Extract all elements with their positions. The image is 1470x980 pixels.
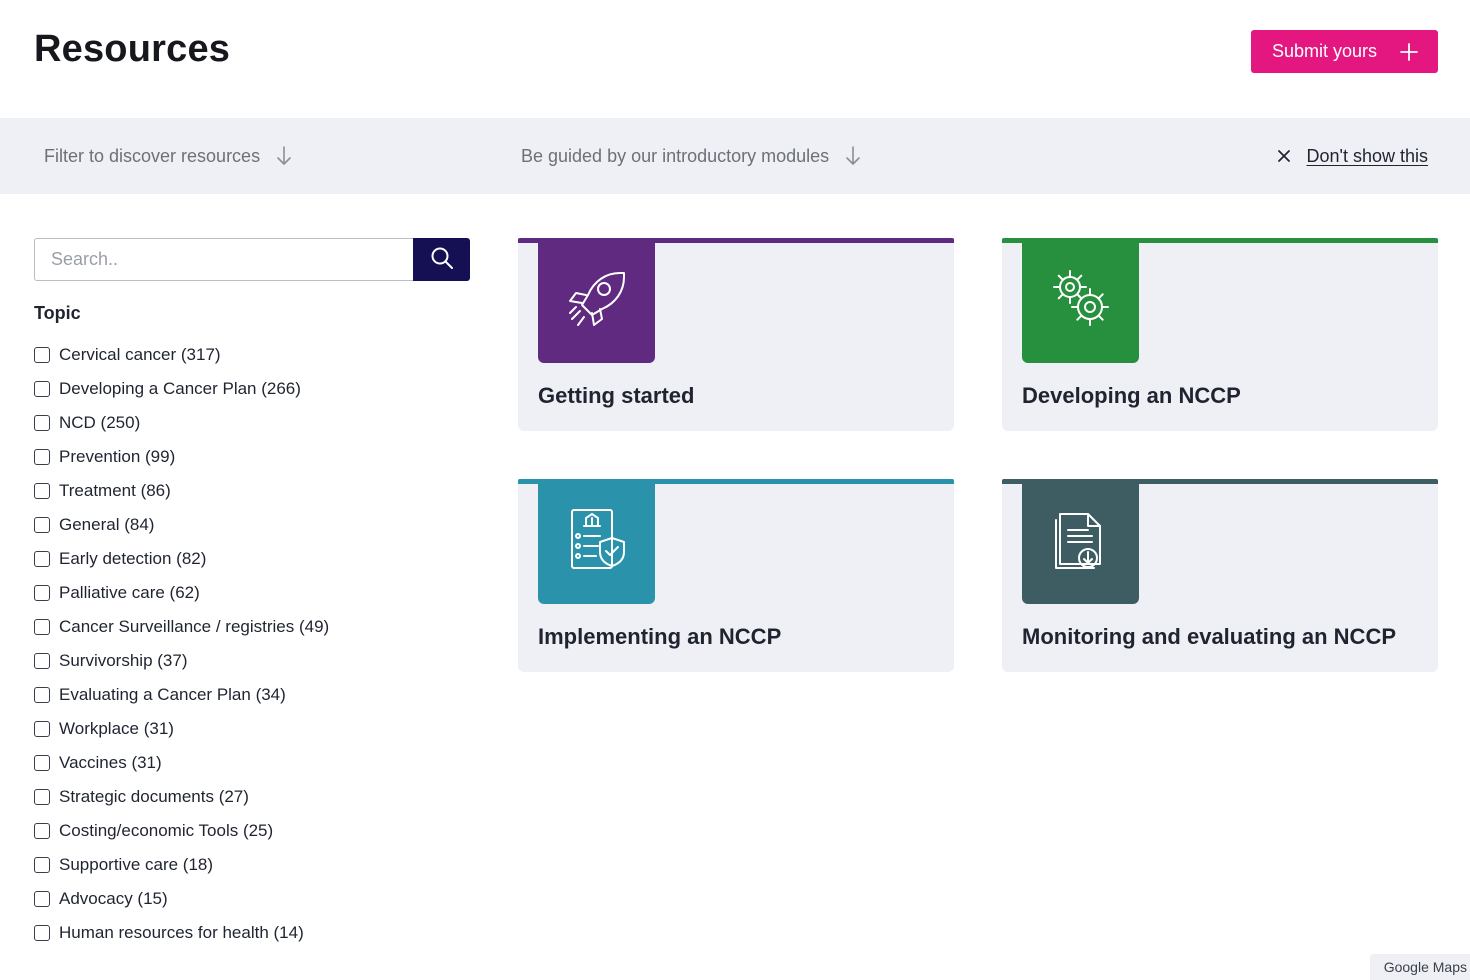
topic-checkbox[interactable] xyxy=(34,653,50,669)
topic-label: Survivorship (37) xyxy=(59,651,188,670)
introductory-modules-link[interactable]: Be guided by our introductory modules xyxy=(521,118,861,194)
topic-filter-item[interactable]: Survivorship (37) xyxy=(34,644,329,678)
topic-filter-item[interactable]: Human resources for health (14) xyxy=(34,916,329,950)
module-card-implementing-nccp[interactable]: Implementing an NCCP xyxy=(518,479,954,672)
topic-filter-item[interactable]: Workplace (31) xyxy=(34,712,329,746)
introductory-modules-label: Be guided by our introductory modules xyxy=(521,145,830,166)
topic-checkbox[interactable] xyxy=(34,381,50,397)
topic-checkbox[interactable] xyxy=(34,585,50,601)
topic-checkbox[interactable] xyxy=(34,857,50,873)
module-title: Developing an NCCP xyxy=(1022,383,1241,408)
topic-checkbox[interactable] xyxy=(34,789,50,805)
topic-filter-item[interactable]: Developing a Cancer Plan (266) xyxy=(34,372,329,406)
topic-label: Evaluating a Cancer Plan (34) xyxy=(59,685,286,704)
topic-checkbox[interactable] xyxy=(34,823,50,839)
topic-label: General (84) xyxy=(59,515,155,534)
topic-label: Early detection (82) xyxy=(59,549,207,568)
topic-checkbox[interactable] xyxy=(34,687,50,703)
topic-checkbox[interactable] xyxy=(34,925,50,941)
module-title: Implementing an NCCP xyxy=(538,624,782,649)
page-title: Resources xyxy=(34,28,231,70)
module-title: Getting started xyxy=(538,383,695,408)
topic-label: Developing a Cancer Plan (266) xyxy=(59,379,301,398)
topic-label: Costing/economic Tools (25) xyxy=(59,821,274,840)
module-card-monitoring-nccp[interactable]: Monitoring and evaluating an NCCP xyxy=(1002,479,1438,672)
topic-filter-item[interactable]: Supportive care (18) xyxy=(34,848,329,882)
search-button[interactable] xyxy=(413,238,470,281)
topic-checkbox[interactable] xyxy=(34,619,50,635)
topic-label: Strategic documents (27) xyxy=(59,787,249,806)
dont-show-this-label: Don't show this xyxy=(1306,145,1429,166)
topic-filter-item[interactable]: Cervical cancer (317) xyxy=(34,338,329,372)
arrow-down-icon xyxy=(845,146,861,166)
document-download-icon xyxy=(1046,504,1116,579)
search-form xyxy=(34,238,470,281)
topic-filter-item[interactable]: Treatment (86) xyxy=(34,474,329,508)
search-icon xyxy=(430,246,454,273)
topic-filter-item[interactable]: Advocacy (15) xyxy=(34,882,329,916)
gears-icon xyxy=(1046,263,1116,338)
topic-label: Workplace (31) xyxy=(59,719,174,738)
topic-checkbox[interactable] xyxy=(34,755,50,771)
topic-label: NCD (250) xyxy=(59,413,141,432)
search-input[interactable] xyxy=(34,238,413,281)
topic-checkbox[interactable] xyxy=(34,551,50,567)
topic-filter-item[interactable]: Strategic documents (27) xyxy=(34,780,329,814)
dont-show-this-link[interactable]: Don't show this xyxy=(1277,118,1429,194)
topic-filter-item[interactable]: Costing/economic Tools (25) xyxy=(34,814,329,848)
arrow-down-icon xyxy=(276,146,292,166)
card-icon-tile xyxy=(538,479,655,604)
rocket-icon xyxy=(562,263,632,338)
module-title: Monitoring and evaluating an NCCP xyxy=(1022,624,1397,649)
topic-label: Palliative care (62) xyxy=(59,583,200,602)
map-attribution: Google Maps xyxy=(1369,954,1470,980)
card-icon-tile xyxy=(1022,479,1139,604)
topic-heading: Topic xyxy=(34,303,81,323)
topic-filter-item[interactable]: Early detection (82) xyxy=(34,542,329,576)
plus-icon xyxy=(1400,42,1418,61)
module-card-developing-nccp[interactable]: Developing an NCCP xyxy=(1002,238,1438,431)
submit-yours-button[interactable]: Submit yours xyxy=(1251,30,1438,73)
card-icon-tile xyxy=(538,238,655,363)
topic-checkbox[interactable] xyxy=(34,517,50,533)
module-card-getting-started[interactable]: Getting started xyxy=(518,238,954,431)
checklist-shield-icon xyxy=(562,504,632,579)
topic-filter-item[interactable]: Palliative care (62) xyxy=(34,576,329,610)
topic-filter-item[interactable]: Vaccines (31) xyxy=(34,746,329,780)
filter-resources-link[interactable]: Filter to discover resources xyxy=(44,118,292,194)
topic-filter-item[interactable]: NCD (250) xyxy=(34,406,329,440)
topic-label: Supportive care (18) xyxy=(59,855,214,874)
topic-label: Vaccines (31) xyxy=(59,753,162,772)
topic-filter-item[interactable]: Cancer Surveillance / registries (49) xyxy=(34,610,329,644)
topic-label: Treatment (86) xyxy=(59,481,171,500)
close-icon xyxy=(1277,149,1291,163)
topic-filter-item[interactable]: General (84) xyxy=(34,508,329,542)
submit-yours-label: Submit yours xyxy=(1272,41,1378,61)
filter-resources-label: Filter to discover resources xyxy=(44,145,261,166)
topic-checkbox[interactable] xyxy=(34,415,50,431)
topic-checkbox[interactable] xyxy=(34,449,50,465)
topic-filter-list: Cervical cancer (317) Developing a Cance… xyxy=(34,338,329,950)
guide-bar: Filter to discover resources Be guided b… xyxy=(0,118,1470,194)
topic-filter-item[interactable]: Prevention (99) xyxy=(34,440,329,474)
topic-checkbox[interactable] xyxy=(34,347,50,363)
topic-label: Human resources for health (14) xyxy=(59,923,304,942)
topic-checkbox[interactable] xyxy=(34,483,50,499)
topic-label: Cervical cancer (317) xyxy=(59,345,221,364)
topic-label: Prevention (99) xyxy=(59,447,176,466)
topic-filter-item[interactable]: Evaluating a Cancer Plan (34) xyxy=(34,678,329,712)
topic-label: Advocacy (15) xyxy=(59,889,168,908)
topic-checkbox[interactable] xyxy=(34,721,50,737)
topic-checkbox[interactable] xyxy=(34,891,50,907)
topic-label: Cancer Surveillance / registries (49) xyxy=(59,617,330,636)
card-icon-tile xyxy=(1022,238,1139,363)
